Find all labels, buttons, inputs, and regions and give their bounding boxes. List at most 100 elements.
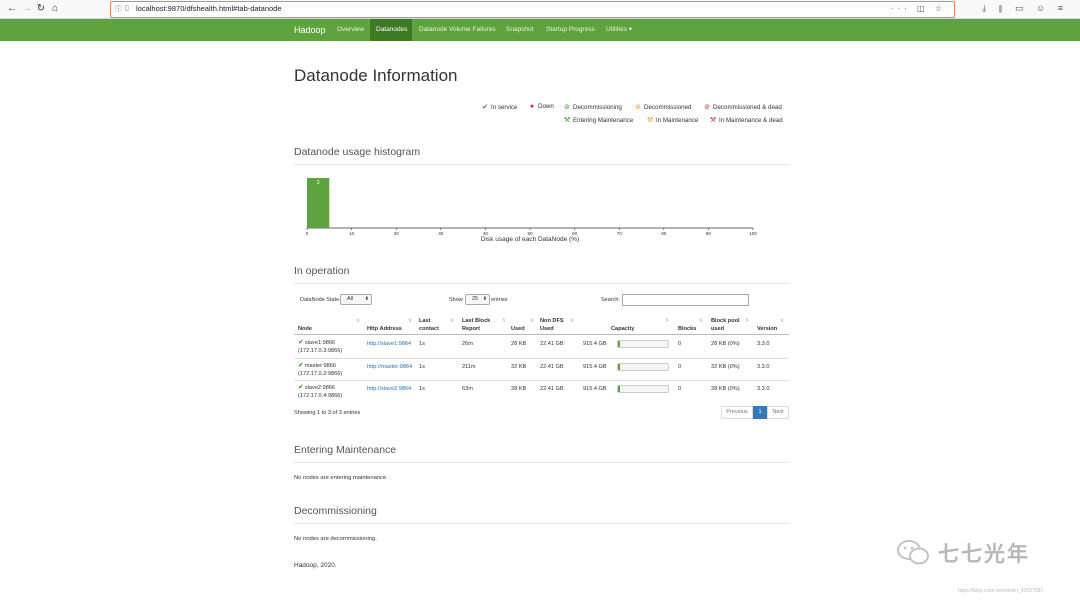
- nav-volume-failures[interactable]: Datanode Volume Failures: [413, 19, 502, 41]
- sort-icon[interactable]: ⇅: [356, 318, 360, 324]
- col-node[interactable]: Node: [298, 325, 312, 333]
- page-icon: ▯: [125, 5, 129, 12]
- last-report: 63m: [462, 386, 473, 392]
- brand[interactable]: Hadoop: [294, 19, 326, 41]
- browser-toolbar: ← → ↻ ⌂ ⓘ ▯ localhost:9870/dfshealth.htm…: [0, 0, 1080, 19]
- block-pool-used: 32 KB (0%): [711, 364, 740, 370]
- maintenance-heading: Entering Maintenance: [294, 444, 397, 456]
- toolbar-icons[interactable]: ⤓ ⫴ ▭ ☺ ≡: [982, 3, 1068, 14]
- non-dfs-used: 22.41 GB: [540, 386, 564, 392]
- block-pool-used: 28 KB (0%): [711, 341, 740, 347]
- col-report-2[interactable]: Report: [462, 325, 480, 333]
- page-1-button[interactable]: 1: [753, 406, 767, 419]
- forward-icon[interactable]: →: [21, 3, 33, 15]
- col-capacity[interactable]: Capacity: [611, 325, 634, 333]
- search-label: Search:: [601, 297, 620, 303]
- col-report-1[interactable]: Last Block: [462, 317, 490, 325]
- sort-icon[interactable]: ⇅: [530, 318, 534, 324]
- legend-label: In Maintenance: [656, 117, 699, 124]
- legend-label: Decommissioned & dead: [713, 104, 782, 111]
- http-link[interactable]: http://slave1:9864: [367, 340, 411, 348]
- divider: [294, 523, 789, 524]
- legend-label: Decommissioning: [573, 104, 622, 111]
- histogram-heading: Datanode usage histogram: [294, 146, 421, 158]
- col-used[interactable]: Used: [511, 325, 525, 333]
- col-pool-1[interactable]: Block pool: [711, 317, 740, 325]
- col-version[interactable]: Version: [757, 325, 777, 333]
- nav-startup-progress[interactable]: Startup Progress: [540, 19, 601, 41]
- header-divider: [294, 334, 789, 335]
- block-pool-used: 28 KB (0%): [711, 386, 740, 392]
- url-text[interactable]: localhost:9870/dfshealth.html#tab-datano…: [136, 4, 282, 13]
- divider: [294, 283, 789, 284]
- col-last-contact-1[interactable]: Last: [419, 317, 431, 325]
- nav-datanodes[interactable]: Datanodes: [370, 19, 412, 41]
- http-link[interactable]: http://master:9864: [367, 363, 412, 371]
- col-http[interactable]: Http Address: [367, 325, 402, 333]
- state-select[interactable]: All ⬍: [340, 294, 372, 305]
- col-nondfs-2[interactable]: Used: [540, 325, 554, 333]
- x-tick-label: 0: [306, 231, 309, 236]
- col-last-contact-2[interactable]: contact: [419, 325, 439, 333]
- capacity-bar: [617, 385, 669, 393]
- search-input[interactable]: [622, 294, 749, 306]
- sort-icon[interactable]: ⇅: [408, 318, 412, 324]
- sort-icon[interactable]: ⇅: [450, 318, 454, 324]
- legend-label: Decommissioned: [644, 104, 692, 111]
- last-report: 26m: [462, 341, 473, 347]
- previous-button[interactable]: Previous: [721, 406, 753, 419]
- sort-icon[interactable]: ⇅: [502, 318, 506, 324]
- sort-icon[interactable]: ⇅: [780, 318, 784, 324]
- legend-label: In service: [491, 104, 518, 111]
- reload-icon[interactable]: ↻: [35, 3, 47, 15]
- state-value: All: [347, 296, 354, 302]
- address-bar[interactable]: ⓘ ▯ localhost:9870/dfshealth.html#tab-da…: [110, 1, 955, 18]
- col-pool-2[interactable]: used: [711, 325, 724, 333]
- node-ip: (172.17.0.4:9866): [298, 393, 343, 399]
- capacity: 915.4 GB: [583, 364, 607, 370]
- home-icon[interactable]: ⌂: [49, 3, 61, 15]
- last-contact: 1s: [419, 364, 425, 370]
- sort-icon[interactable]: ⇅: [570, 318, 574, 324]
- nav-snapshot[interactable]: Snapshot: [500, 19, 539, 41]
- entries-select[interactable]: 25 ⬍: [465, 294, 490, 305]
- state-label: DataNode State: [300, 297, 340, 303]
- used: 28 KB: [511, 386, 527, 392]
- col-blocks[interactable]: Blocks: [678, 325, 696, 333]
- legend-decommissioning: ⊘ Decommissioning: [563, 103, 622, 111]
- back-icon[interactable]: ←: [6, 3, 18, 15]
- x-axis-label: Disk usage of each DataNode (%): [481, 236, 579, 243]
- used: 28 KB: [511, 341, 527, 347]
- bar-label: 3: [317, 180, 320, 186]
- legend-decommissioned: ⊘ Decommissioned: [634, 103, 691, 111]
- footer: Hadoop, 2020.: [294, 562, 337, 569]
- sort-icon[interactable]: ⇅: [745, 318, 749, 324]
- col-nondfs-1[interactable]: Non DFS: [540, 317, 564, 325]
- nav-utilities[interactable]: Utilities ▾: [600, 19, 638, 41]
- entries-label: entries: [491, 297, 508, 303]
- next-button[interactable]: Next: [767, 406, 789, 419]
- capacity-fill: [618, 386, 620, 392]
- x-tick-label: 70: [617, 231, 623, 236]
- nav-overview[interactable]: Overview: [331, 19, 370, 41]
- info-icon[interactable]: ⓘ: [115, 4, 122, 14]
- check-icon: ✔: [298, 384, 304, 391]
- sort-icon[interactable]: ⇅: [665, 318, 669, 324]
- non-dfs-used: 22.41 GB: [540, 364, 564, 370]
- check-icon: ✔: [298, 362, 304, 369]
- sort-icon[interactable]: ⇅: [699, 318, 703, 324]
- http-link[interactable]: http://slave2:9864: [367, 385, 411, 393]
- x-tick-label: 30: [438, 231, 444, 236]
- last-contact: 1s: [419, 386, 425, 392]
- capacity-bar: [617, 340, 669, 348]
- node-label: master:9866: [304, 363, 336, 369]
- divider: [294, 164, 789, 165]
- row-divider: [294, 358, 789, 359]
- node-name: ✔slave2:9866: [298, 384, 335, 392]
- page-actions-icon[interactable]: ··· ◫ ☆: [891, 4, 946, 13]
- blocks: 0: [678, 341, 682, 347]
- chevron-down-icon: ⬍: [364, 296, 369, 302]
- version: 3.3.0: [757, 341, 770, 347]
- ban-icon: ⊘: [704, 104, 710, 111]
- legend-label: Down: [538, 103, 554, 110]
